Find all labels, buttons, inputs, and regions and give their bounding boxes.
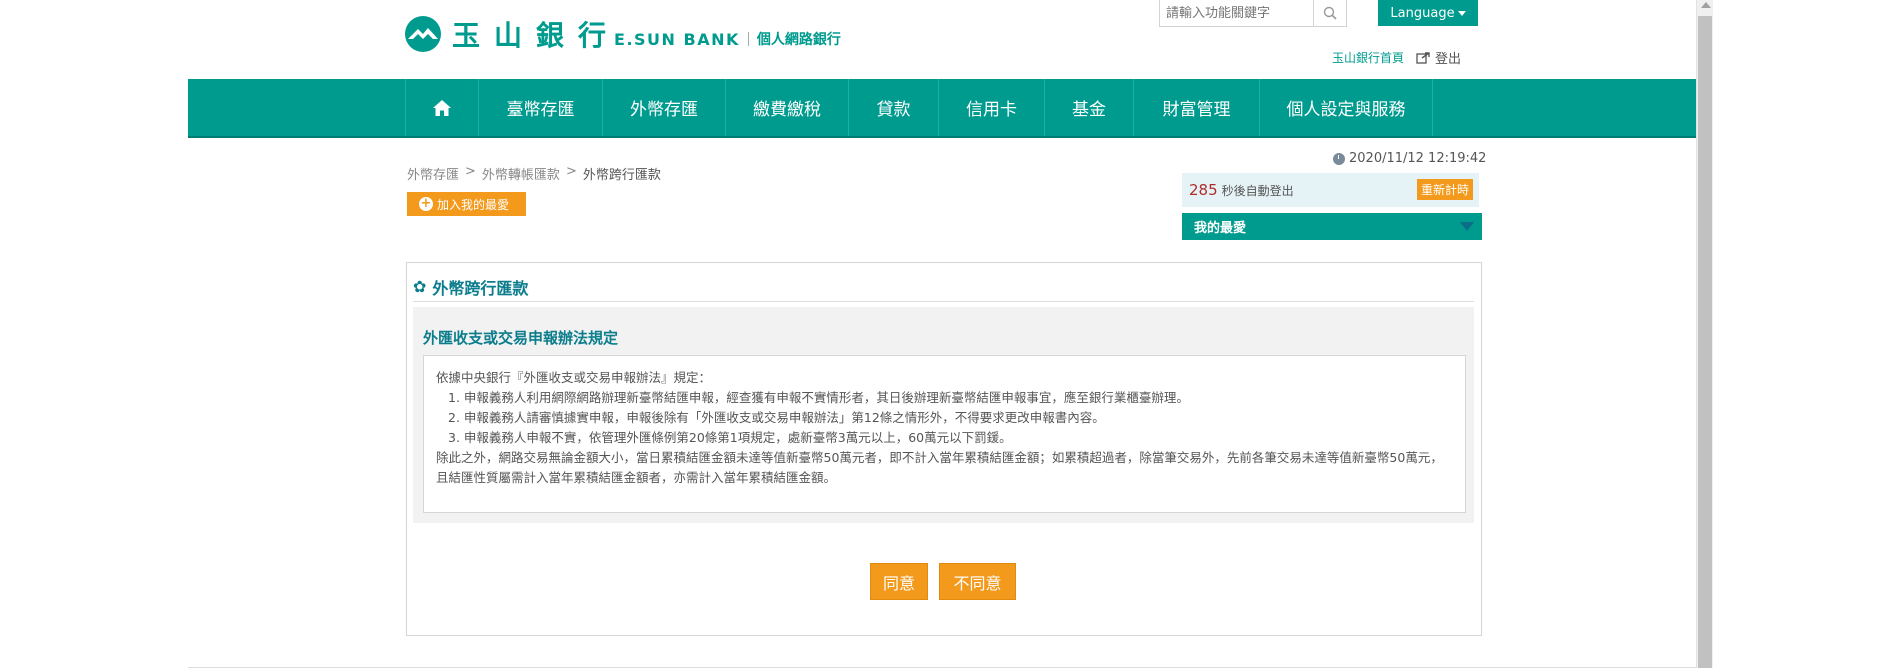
disagree-label: 不同意	[953, 573, 1002, 593]
breadcrumb-separator: >	[465, 164, 476, 179]
nav-payment-tax[interactable]: 繳費繳稅	[726, 79, 849, 136]
breadcrumb-current: 外幣跨行匯款	[582, 168, 661, 183]
triangle-down-icon	[1460, 222, 1474, 231]
main-navbar: 臺幣存匯 外幣存匯 繳費繳稅 貸款 信用卡 基金 財富管理 個人設定與服務	[188, 79, 1696, 138]
logout-link[interactable]: 登出	[1416, 48, 1461, 67]
add-favorite-label: 加入我的最愛	[437, 197, 510, 212]
rule-item: 3. 申報義務人申報不實，依管理外匯條例第20條第1項規定，處新臺幣3萬元以上，…	[448, 430, 1012, 445]
datetime-text: 2020/11/12 12:19:42	[1349, 151, 1487, 166]
add-favorite-button[interactable]: + 加入我的最愛	[407, 192, 526, 216]
vertical-scrollbar[interactable]	[1696, 0, 1713, 668]
scroll-up-arrow-icon[interactable]	[1701, 2, 1711, 8]
nav-label: 個人設定與服務	[1286, 100, 1406, 120]
breadcrumb-item[interactable]: 外幣轉帳匯款	[482, 164, 560, 183]
search-box	[1159, 0, 1347, 27]
my-favorites-dropdown[interactable]: 我的最愛	[1182, 213, 1482, 240]
nav-label: 基金	[1072, 100, 1106, 120]
rule-footer: 除此之外，網路交易無論金額大小，當日累積結匯金額未達等值新臺幣50萬元者，即不計…	[436, 450, 1443, 485]
top-links: 玉山銀行首頁 登出	[1332, 48, 1461, 67]
agree-label: 同意	[882, 573, 915, 593]
language-button[interactable]: Language	[1378, 0, 1478, 26]
rule-intro: 依據中央銀行『外匯收支或交易申報辦法』規定：	[436, 370, 712, 385]
reset-timer-button[interactable]: 重新計時	[1416, 179, 1473, 200]
logo-text: 玉山銀行	[452, 19, 621, 52]
nav-fund[interactable]: 基金	[1045, 79, 1134, 136]
nav-label: 臺幣存匯	[506, 100, 575, 120]
main-panel: ✿ 外幣跨行匯款 外匯收支或交易申報辦法規定 依據中央銀行『外匯收支或交易申報辦…	[406, 262, 1482, 636]
logout-label: 登出	[1435, 52, 1462, 67]
nav-home[interactable]	[406, 79, 479, 136]
nav-wealth[interactable]: 財富管理	[1134, 79, 1260, 136]
home-icon	[433, 99, 451, 116]
search-icon	[1323, 6, 1337, 20]
my-favorites-label: 我的最愛	[1194, 221, 1247, 236]
page-title: ✿ 外幣跨行匯款	[413, 272, 1474, 302]
page-title-text: 外幣跨行匯款	[432, 278, 529, 298]
rule-section: 外匯收支或交易申報辦法規定 依據中央銀行『外匯收支或交易申報辦法』規定： 1. …	[413, 307, 1474, 523]
session-timeout-box: 285 秒後自動登出 重新計時	[1182, 173, 1479, 207]
timeout-text: 秒後自動登出	[1221, 183, 1294, 198]
gear-icon: ✿	[413, 277, 427, 296]
nav-foreign-deposit[interactable]: 外幣存匯	[603, 79, 726, 136]
current-datetime: 2020/11/12 12:19:42	[1333, 151, 1486, 166]
nav-items: 臺幣存匯 外幣存匯 繳費繳稅 貸款 信用卡 基金 財富管理 個人設定與服務	[405, 79, 1433, 136]
nav-label: 財富管理	[1162, 100, 1231, 120]
logo-english: E.SUN BANK	[614, 29, 740, 49]
bank-logo[interactable]: 玉山銀行 E.SUN BANK 個人網路銀行	[404, 14, 841, 54]
bank-home-link[interactable]: 玉山銀行首頁	[1332, 49, 1404, 66]
nav-personal-settings[interactable]: 個人設定與服務	[1260, 79, 1433, 136]
rule-text-box: 依據中央銀行『外匯收支或交易申報辦法』規定： 1. 申報義務人利用網際網路辦理新…	[423, 355, 1466, 513]
agree-button[interactable]: 同意	[870, 563, 928, 600]
nav-label: 外幣存匯	[630, 100, 698, 120]
language-label: Language	[1390, 5, 1455, 21]
breadcrumb: 外幣存匯 > 外幣轉帳匯款 > 外幣跨行匯款	[407, 164, 667, 183]
nav-loan[interactable]: 貸款	[849, 79, 939, 136]
nav-label: 繳費繳稅	[753, 100, 821, 120]
scrollbar-thumb[interactable]	[1698, 16, 1712, 668]
timeout-seconds: 285	[1189, 181, 1218, 199]
rule-item: 1. 申報義務人利用網際網路辦理新臺幣結匯申報，經查獲有申報不實情形者，其日後辦…	[448, 390, 1189, 405]
nav-label: 信用卡	[966, 100, 1017, 120]
reset-timer-label: 重新計時	[1420, 183, 1469, 197]
search-input[interactable]	[1160, 5, 1320, 21]
breadcrumb-item[interactable]: 外幣存匯	[407, 164, 459, 183]
logo-divider	[747, 32, 749, 46]
logo-subtitle: 個人網路銀行	[756, 32, 841, 48]
search-button[interactable]	[1313, 0, 1346, 26]
breadcrumb-separator: >	[565, 164, 577, 179]
rule-item: 2. 申報義務人請審慎據實申報，申報後除有「外匯收支或交易申報辦法」第12條之情…	[448, 410, 1105, 425]
logout-icon	[1416, 52, 1430, 64]
esun-logo-icon	[405, 16, 441, 52]
nav-twd-deposit[interactable]: 臺幣存匯	[479, 79, 603, 136]
caret-down-icon	[1457, 10, 1466, 16]
nav-label: 貸款	[876, 100, 911, 120]
rule-heading: 外匯收支或交易申報辦法規定	[423, 329, 619, 347]
clock-icon	[1333, 152, 1345, 165]
nav-credit-card[interactable]: 信用卡	[939, 79, 1045, 136]
plus-icon: +	[419, 196, 433, 211]
disagree-button[interactable]: 不同意	[939, 563, 1016, 600]
